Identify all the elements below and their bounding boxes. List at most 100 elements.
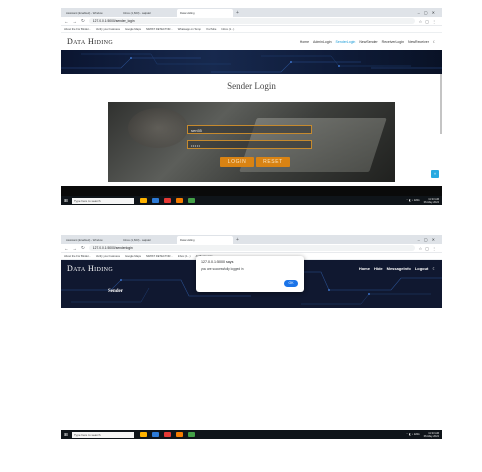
site-logo[interactable]: Data Hiding [67, 264, 113, 273]
reload-icon[interactable]: ↻ [81, 18, 85, 24]
windows-start-icon[interactable]: ⊞ [64, 198, 70, 204]
tray-clock[interactable]: 11:33 AM 06-May-2024 [424, 432, 439, 438]
bookmark-item[interactable]: Inbox (1...) [178, 255, 191, 258]
chrome-icon[interactable] [164, 432, 171, 437]
app-icon[interactable] [188, 432, 195, 437]
tray-icons[interactable]: ⌃ ◧ ♪ ENG [406, 433, 420, 436]
address-bar-row: ← → ↻ 127.0.0.1:5000/senderlogin ☆▢⋮ [61, 244, 442, 253]
system-tray: ⌃ ◧ ♪ ENG 11:33 AM 06-May-2024 [406, 198, 439, 204]
taskbar-search[interactable]: Type here to search [72, 197, 134, 204]
browser-tab-active[interactable]: Data Hiding [177, 9, 233, 17]
nav-link-home[interactable]: Home [359, 266, 370, 271]
browser-tab[interactable]: Assistant (Enabled) - Window [63, 236, 119, 244]
nav-link-new-receiver[interactable]: NewReceiver [408, 40, 429, 44]
section-title: Sender [108, 289, 123, 294]
windows-taskbar: ⊞ Type here to search ⌃ ◧ ♪ ENG 11:33 AM… [61, 196, 442, 205]
browser-tab-active[interactable]: Data Hiding [177, 236, 233, 244]
chrome-icon[interactable] [164, 198, 171, 203]
page-footer-band [61, 186, 442, 196]
nav-link-sender-login[interactable]: SenderLogin [336, 40, 356, 44]
window-controls[interactable]: –▢✕ [418, 237, 442, 244]
nav-link-logout[interactable]: Logout [415, 266, 429, 271]
screenshot-login-success: Assistant (Enabled) - Window Inbox (1,60… [61, 235, 442, 449]
file-explorer-icon[interactable] [140, 432, 147, 437]
bookmark-item[interactable]: NIMIST DETECTOR... [146, 28, 173, 31]
reload-icon[interactable]: ↻ [81, 245, 85, 251]
login-background-photo: sen55 ••••• LOGIN RESET [108, 102, 395, 182]
tray-icons[interactable]: ⌃ ◧ ♪ ENG [406, 199, 420, 202]
new-tab-icon[interactable]: + [234, 237, 242, 244]
bookmark-item[interactable]: Verify your business [96, 255, 120, 258]
window-controls[interactable]: –▢✕ [418, 10, 442, 17]
browser-menu-icons[interactable]: ☆▢⋮ [419, 246, 439, 251]
theme-toggle-icon[interactable]: ☾ [432, 266, 436, 271]
username-input[interactable]: sen55 [187, 125, 312, 134]
theme-toggle-icon[interactable]: ☾ [433, 40, 436, 44]
site-logo[interactable]: Data Hiding [67, 37, 113, 46]
dialog-ok-button[interactable]: OK [284, 280, 298, 287]
nav-link-message-info[interactable]: MessageInfo [387, 266, 411, 271]
bookmark-item[interactable]: About the For Binder... [64, 28, 91, 31]
bookmark-item[interactable]: Verify your business [96, 28, 120, 31]
nav-link-receiver-login[interactable]: ReceiverLogin [382, 40, 404, 44]
tray-date: 06-May-2024 [423, 434, 439, 438]
tray-date: 06-May-2024 [423, 200, 439, 204]
nav-link-home[interactable]: Home [300, 40, 309, 44]
forward-icon[interactable]: → [73, 246, 78, 251]
bookmark-item[interactable]: NIMIST DETECTOR... [146, 255, 173, 258]
reset-button[interactable]: RESET [256, 157, 290, 167]
nav-link-admin-login[interactable]: AdminLogin [313, 40, 331, 44]
password-input[interactable]: ••••• [187, 140, 312, 149]
site-navbar: Data Hiding Home AdminLogin SenderLogin … [61, 33, 442, 50]
browser-tab[interactable]: Inbox (1,603) - saipakl [120, 236, 176, 244]
page-title: Sender Login [227, 81, 276, 91]
bookmarks-bar: About the For Binder... Verify your busi… [61, 26, 442, 33]
address-bar-row: ← → ↻ 127.0.0.1:5000/sender_login ☆▢⋮ [61, 17, 442, 26]
nav-link-new-sender[interactable]: NewSender [359, 40, 377, 44]
bookmark-item[interactable]: YouTube [206, 28, 217, 31]
windows-start-icon[interactable]: ⊞ [64, 432, 70, 438]
dialog-title: 127.0.0.1:5000 says [201, 260, 234, 264]
bookmark-item[interactable]: Whatsapp on Temp [178, 28, 201, 31]
site-nav-links: Home AdminLogin SenderLogin NewSender Re… [296, 40, 436, 44]
browser-tab[interactable]: Assistant (Enabled) - Window [63, 9, 119, 17]
app-icon[interactable] [188, 198, 195, 203]
bookmark-item[interactable]: Google Maps [125, 255, 141, 258]
url-field[interactable]: 127.0.0.1:5000/senderlogin [88, 245, 415, 251]
site-nav-links: Home Hide MessageInfo Logout ☾ [355, 266, 436, 271]
scroll-top-button[interactable]: ˄ [431, 170, 439, 178]
file-explorer-icon[interactable] [140, 198, 147, 203]
browser-menu-icons[interactable]: ☆▢⋮ [419, 19, 439, 24]
taskbar-search[interactable]: Type here to search [72, 431, 134, 438]
photo-hand [128, 108, 188, 148]
taskbar-apps [140, 198, 200, 203]
browser-tab[interactable]: Inbox (1,603) - saipakl [120, 9, 176, 17]
back-icon[interactable]: ← [64, 246, 69, 251]
bookmark-item[interactable]: Google Maps [125, 28, 141, 31]
nav-link-hide[interactable]: Hide [374, 266, 383, 271]
browser-tab-strip: Assistant (Enabled) - Window Inbox (1,60… [61, 235, 442, 244]
edge-icon[interactable] [152, 432, 159, 437]
circuit-pattern [61, 53, 442, 73]
hero-banner [61, 50, 442, 74]
bookmark-item[interactable]: About the For Binder... [64, 255, 91, 258]
firefox-icon[interactable] [176, 432, 183, 437]
taskbar-apps [140, 432, 200, 437]
edge-icon[interactable] [152, 198, 159, 203]
page-body [61, 308, 442, 430]
new-tab-icon[interactable]: + [234, 10, 242, 17]
tray-clock[interactable]: 11:33 AM 06-May-2024 [424, 198, 439, 204]
login-button[interactable]: LOGIN [220, 157, 254, 167]
dialog-message: you are successfully logged in [201, 267, 244, 271]
system-tray: ⌃ ◧ ♪ ENG 11:33 AM 06-May-2024 [406, 432, 439, 438]
alert-dialog: 127.0.0.1:5000 says you are successfully… [196, 256, 304, 292]
forward-icon[interactable]: → [73, 19, 78, 24]
firefox-icon[interactable] [176, 198, 183, 203]
url-field[interactable]: 127.0.0.1:5000/sender_login [88, 18, 415, 24]
browser-tab-strip: Assistant (Enabled) - Window Inbox (1,60… [61, 8, 442, 17]
bookmark-item[interactable]: Inbox (1...) [221, 28, 234, 31]
login-section: Sender Login sen55 ••••• LOGIN RESET ˄ [61, 74, 442, 186]
windows-taskbar: ⊞ Type here to search ⌃ ◧ ♪ ENG 11:33 AM… [61, 430, 442, 439]
screenshot-sender-login: Assistant (Enabled) - Window Inbox (1,60… [61, 8, 442, 227]
back-icon[interactable]: ← [64, 19, 69, 24]
